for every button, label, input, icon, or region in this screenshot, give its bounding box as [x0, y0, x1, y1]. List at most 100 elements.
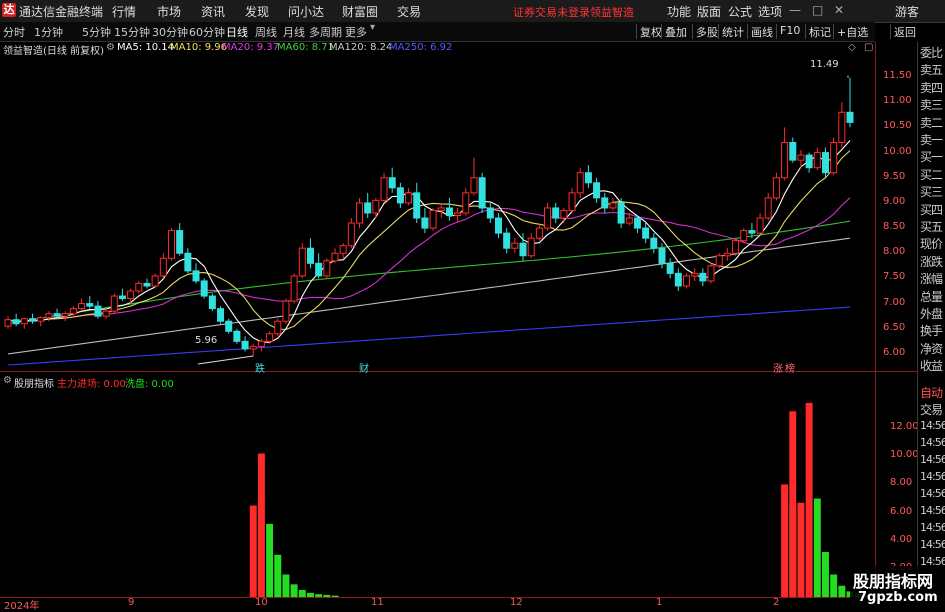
date-label-9: 9	[128, 597, 135, 608]
period-15min[interactable]: 15分钟	[114, 24, 150, 40]
high-price-label: 11.49	[810, 59, 839, 70]
quote-field-label: 外盘	[920, 307, 943, 321]
quote-field-label: 净资	[920, 341, 943, 356]
candle-body	[347, 222, 355, 247]
event-mark-bang[interactable]: 榜	[785, 360, 795, 375]
candle-body	[503, 232, 511, 249]
event-mark-die[interactable]: 跌	[255, 360, 265, 375]
btn-diejia[interactable]: 叠加	[661, 24, 687, 39]
trade-panel-label[interactable]: 自动	[920, 384, 943, 401]
indicator-tick-label: 4.00	[890, 533, 913, 545]
candle-body	[429, 209, 437, 229]
candle-body	[176, 230, 184, 254]
guest-label[interactable]: 游客	[895, 3, 919, 20]
candle-body	[110, 295, 118, 312]
btn-fuquan[interactable]: 复权	[636, 24, 662, 39]
indicator-tick-label: 6.00	[890, 505, 913, 517]
menu-gongshi[interactable]: 公式	[728, 3, 752, 20]
period-more[interactable]: 更多	[345, 24, 367, 40]
menu-xuanxiang[interactable]: 选项	[758, 3, 782, 20]
menu-gongneng[interactable]: 功能	[667, 3, 691, 20]
candle-body	[37, 317, 45, 322]
window-restore-icon[interactable]: □	[812, 3, 823, 17]
indicator-tick-label: 10.00	[890, 449, 919, 461]
candle-body	[445, 207, 453, 217]
btn-huaxian[interactable]: 画线	[747, 24, 773, 39]
login-notice[interactable]: 证券交易未登录	[513, 4, 590, 20]
menu-jiaoyi[interactable]: 交易	[397, 3, 421, 20]
menu-caifuquan[interactable]: 财富圈	[342, 3, 378, 20]
candle-body	[323, 260, 331, 277]
period-month[interactable]: 月线	[283, 24, 305, 40]
event-mark-zhang[interactable]: 涨	[773, 360, 783, 375]
candle-body	[241, 340, 249, 350]
candle-body	[257, 340, 265, 347]
price-tick-label: 6.00	[883, 346, 906, 358]
candle-body	[813, 152, 821, 169]
candle-body	[830, 142, 838, 174]
btn-f10[interactable]: F10	[776, 24, 800, 39]
candle-body	[388, 177, 396, 189]
watermark-title: 股朋指标网	[853, 572, 934, 591]
candle-body	[699, 272, 707, 282]
candlestick-chart[interactable]	[0, 55, 875, 372]
quote-field-label: 卖四	[920, 80, 943, 95]
period-week[interactable]: 周线	[255, 24, 277, 40]
indicator-chart[interactable]	[0, 385, 875, 597]
period-60min[interactable]: 60分钟	[189, 24, 225, 40]
menu-zixun[interactable]: 资讯	[201, 3, 225, 20]
wash-bar	[813, 498, 821, 597]
window-close-icon[interactable]: ✕	[834, 3, 844, 17]
period-1min[interactable]: 1分钟	[34, 24, 63, 40]
candle-body	[192, 270, 200, 282]
trade-time-label: 14:56	[920, 436, 945, 449]
window-minimize-icon[interactable]: —	[789, 3, 801, 17]
candle-body	[200, 280, 208, 297]
period-30min[interactable]: 30分钟	[152, 24, 188, 40]
more-dropdown-icon[interactable]: ▾	[370, 22, 375, 33]
quote-field-label: 收益	[920, 359, 943, 374]
candle-body	[617, 202, 625, 224]
candle-body	[421, 217, 429, 229]
candle-body	[764, 197, 772, 219]
collapse-icon[interactable]: ▢	[864, 42, 873, 53]
btn-back[interactable]: 返回	[890, 24, 916, 39]
btn-add-watchlist[interactable]: +自选	[833, 24, 868, 39]
date-label-10: 10	[255, 597, 268, 608]
quote-field-label: 卖一	[920, 133, 943, 147]
candle-body	[396, 187, 404, 204]
candle-body	[470, 177, 478, 194]
candle-body	[691, 272, 699, 277]
quote-field-label: 现价	[920, 237, 943, 252]
candle-body	[12, 319, 20, 325]
trade-panel-label[interactable]: 交易	[920, 401, 943, 418]
period-5min[interactable]: 5分钟	[82, 24, 111, 40]
price-tick-label: 10.50	[883, 120, 912, 132]
menu-shichang[interactable]: 市场	[157, 3, 181, 20]
menu-hangqing[interactable]: 行情	[112, 3, 136, 20]
btn-tongji[interactable]: 统计	[718, 24, 744, 39]
menu-faxian[interactable]: 发现	[245, 3, 269, 20]
candle-body	[4, 319, 12, 327]
candle-body	[306, 247, 314, 264]
price-tick-label: 8.00	[883, 246, 906, 258]
candle-body	[102, 310, 110, 317]
period-multi[interactable]: 多周期	[309, 24, 342, 40]
quote-field-label: 买四	[920, 202, 943, 217]
quote-field-label: 涨跌	[920, 254, 943, 269]
stock-name-notice[interactable]: 领益智造	[590, 4, 634, 20]
btn-biaoji[interactable]: 标记	[805, 24, 831, 39]
period-fenshi[interactable]: 分时	[3, 24, 25, 40]
candle-body	[29, 318, 37, 322]
menu-wenxiaoda[interactable]: 问小达	[288, 3, 324, 20]
diamond-icon[interactable]: ◇	[848, 42, 856, 53]
candle-body	[846, 111, 854, 123]
app-logo-icon: 达	[2, 3, 16, 17]
candle-body	[405, 192, 413, 204]
settings-gear-icon[interactable]: ⚙	[106, 42, 115, 53]
menu-banmian[interactable]: 版面	[697, 3, 721, 20]
period-day[interactable]: 日线	[226, 24, 248, 40]
wash-bar	[290, 584, 298, 597]
event-mark-cai[interactable]: 财	[359, 360, 369, 375]
btn-duogu[interactable]: 多股	[692, 24, 718, 39]
